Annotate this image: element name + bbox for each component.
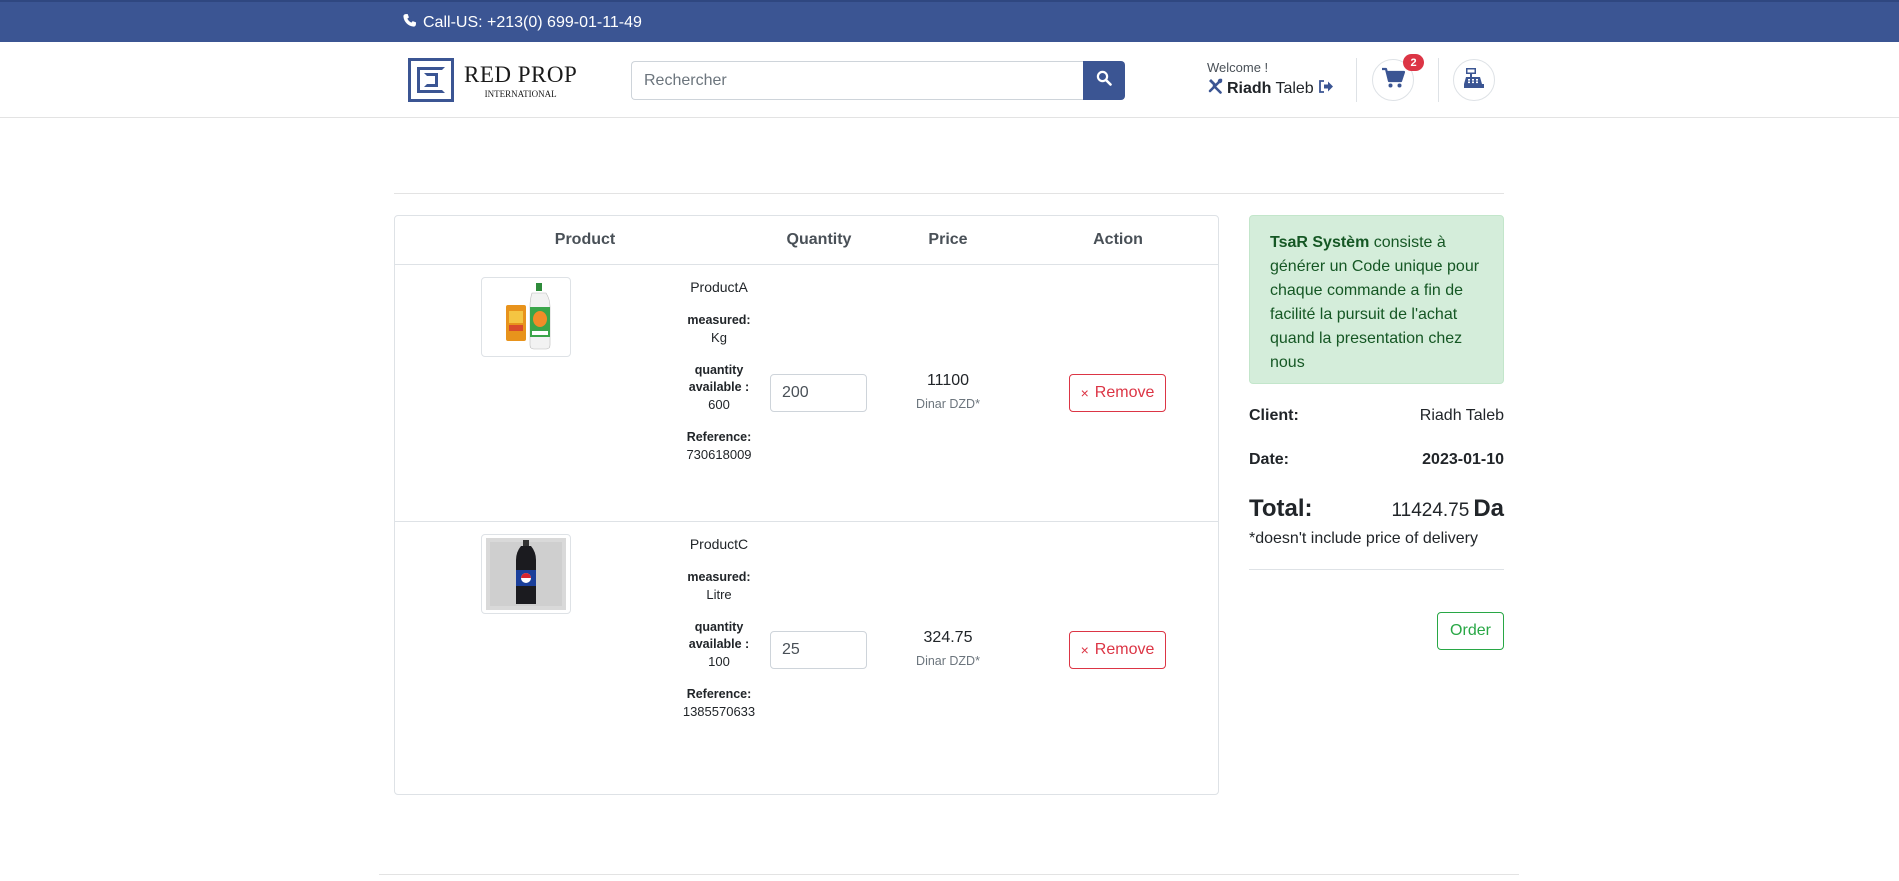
- product-name: ProductA: [690, 279, 748, 295]
- phone-icon: [402, 13, 417, 33]
- available-value: 100: [708, 654, 730, 669]
- alert-title: TsaR Systèm: [1270, 234, 1370, 251]
- tools-icon: [1207, 78, 1223, 99]
- total-row: Total: 11424.75 Da: [1249, 495, 1504, 523]
- remove-label: Remove: [1094, 384, 1155, 401]
- date-value: 2023-01-10: [1422, 451, 1504, 468]
- cash-register-icon: [1463, 67, 1485, 94]
- available-label: quantity available :: [688, 620, 750, 651]
- client-row: Client: Riadh Taleb: [1249, 407, 1504, 425]
- header-price: Price: [928, 231, 968, 248]
- quantity-input[interactable]: 200: [770, 374, 867, 412]
- reference-label: Reference:: [686, 687, 752, 701]
- product-info: ProductC measured: Litre quantity availab…: [657, 536, 781, 736]
- reference-value: 730618009: [686, 447, 752, 462]
- close-icon: ×: [1080, 385, 1089, 401]
- order-button[interactable]: Order: [1437, 612, 1504, 650]
- search-input[interactable]: [631, 61, 1083, 100]
- price-value: 324.75: [923, 629, 973, 646]
- top-bar: Call-US: +213(0) 699-01-11-49: [0, 0, 1899, 42]
- order-summary: TsaR Systèm consiste à générer un Code u…: [1249, 215, 1504, 650]
- user-last-name: Taleb: [1275, 79, 1314, 97]
- site-header: RED PROP INTERNATIONAL Welcome ! Riadh T…: [0, 42, 1899, 118]
- cash-register-button[interactable]: [1453, 59, 1495, 101]
- header-product: Product: [554, 231, 616, 248]
- logout-icon[interactable]: [1318, 79, 1334, 99]
- delivery-note: *doesn't include price of delivery: [1249, 530, 1478, 547]
- alert-text: consiste à générer un Code unique pour c…: [1270, 234, 1480, 371]
- client-value: Riadh Taleb: [1419, 407, 1504, 424]
- price-cell: 11100 Dinar DZD*: [893, 372, 1003, 411]
- client-label: Client:: [1249, 407, 1299, 424]
- cart-icon: [1381, 67, 1406, 94]
- product-image[interactable]: [481, 277, 571, 357]
- price-cell: 324.75 Dinar DZD*: [893, 629, 1003, 668]
- logo-name: RED PROP: [464, 61, 578, 87]
- date-row: Date: 2023-01-10: [1249, 451, 1504, 469]
- search-bar: [631, 61, 1125, 100]
- remove-label: Remove: [1094, 641, 1155, 658]
- remove-button[interactable]: × Remove: [1069, 631, 1166, 669]
- user-first-name: Riadh: [1227, 79, 1272, 97]
- cart-table: Product Quantity Price Action ProductA m…: [394, 215, 1219, 795]
- price-value: 11100: [926, 372, 970, 389]
- content-divider: [394, 193, 1504, 194]
- user-menu[interactable]: Riadh Taleb: [1207, 78, 1334, 99]
- logo[interactable]: RED PROP INTERNATIONAL: [408, 58, 588, 102]
- total-label: Total:: [1249, 495, 1313, 522]
- header-divider: [1438, 58, 1439, 102]
- info-alert: TsaR Systèm consiste à générer un Code u…: [1249, 215, 1504, 384]
- search-button[interactable]: [1083, 61, 1125, 100]
- price-currency: Dinar DZD*: [916, 397, 980, 411]
- price-currency: Dinar DZD*: [916, 654, 980, 668]
- total-value: 11424.75: [1391, 500, 1470, 521]
- total-unit: Da: [1473, 495, 1504, 522]
- search-icon: [1096, 70, 1112, 91]
- product-info: ProductA measured: Kg quantity available …: [657, 279, 781, 479]
- available-value: 600: [708, 397, 730, 412]
- measured-label: measured:: [687, 570, 751, 584]
- measured-value: Litre: [706, 587, 732, 602]
- logo-mark-icon: [408, 58, 454, 102]
- logo-subtitle: INTERNATIONAL: [484, 88, 557, 99]
- header-action: Action: [1093, 231, 1143, 248]
- header-quantity: Quantity: [786, 231, 852, 248]
- table-row: ProductA measured: Kg quantity available …: [395, 265, 1218, 522]
- remove-button[interactable]: × Remove: [1069, 374, 1166, 412]
- cart-count-badge: 2: [1403, 54, 1424, 71]
- reference-value: 1385570633: [682, 704, 756, 719]
- measured-value: Kg: [711, 330, 727, 345]
- date-label: Date:: [1249, 451, 1290, 468]
- footer-divider: [379, 874, 1519, 875]
- user-welcome: Welcome ! Riadh Taleb: [1207, 60, 1334, 99]
- quantity-input[interactable]: 25: [770, 631, 867, 669]
- call-us[interactable]: Call-US: +213(0) 699-01-11-49: [402, 13, 642, 33]
- header-divider: [1356, 58, 1357, 102]
- reference-label: Reference:: [686, 430, 752, 444]
- table-row: ProductC measured: Litre quantity availab…: [395, 522, 1218, 779]
- available-label: quantity available :: [688, 363, 750, 394]
- call-us-text: Call-US: +213(0) 699-01-11-49: [423, 14, 642, 31]
- product-image[interactable]: [481, 534, 571, 614]
- product-name: ProductC: [689, 536, 749, 552]
- measured-label: measured:: [687, 313, 751, 327]
- close-icon: ×: [1080, 642, 1089, 658]
- welcome-text: Welcome !: [1207, 60, 1269, 75]
